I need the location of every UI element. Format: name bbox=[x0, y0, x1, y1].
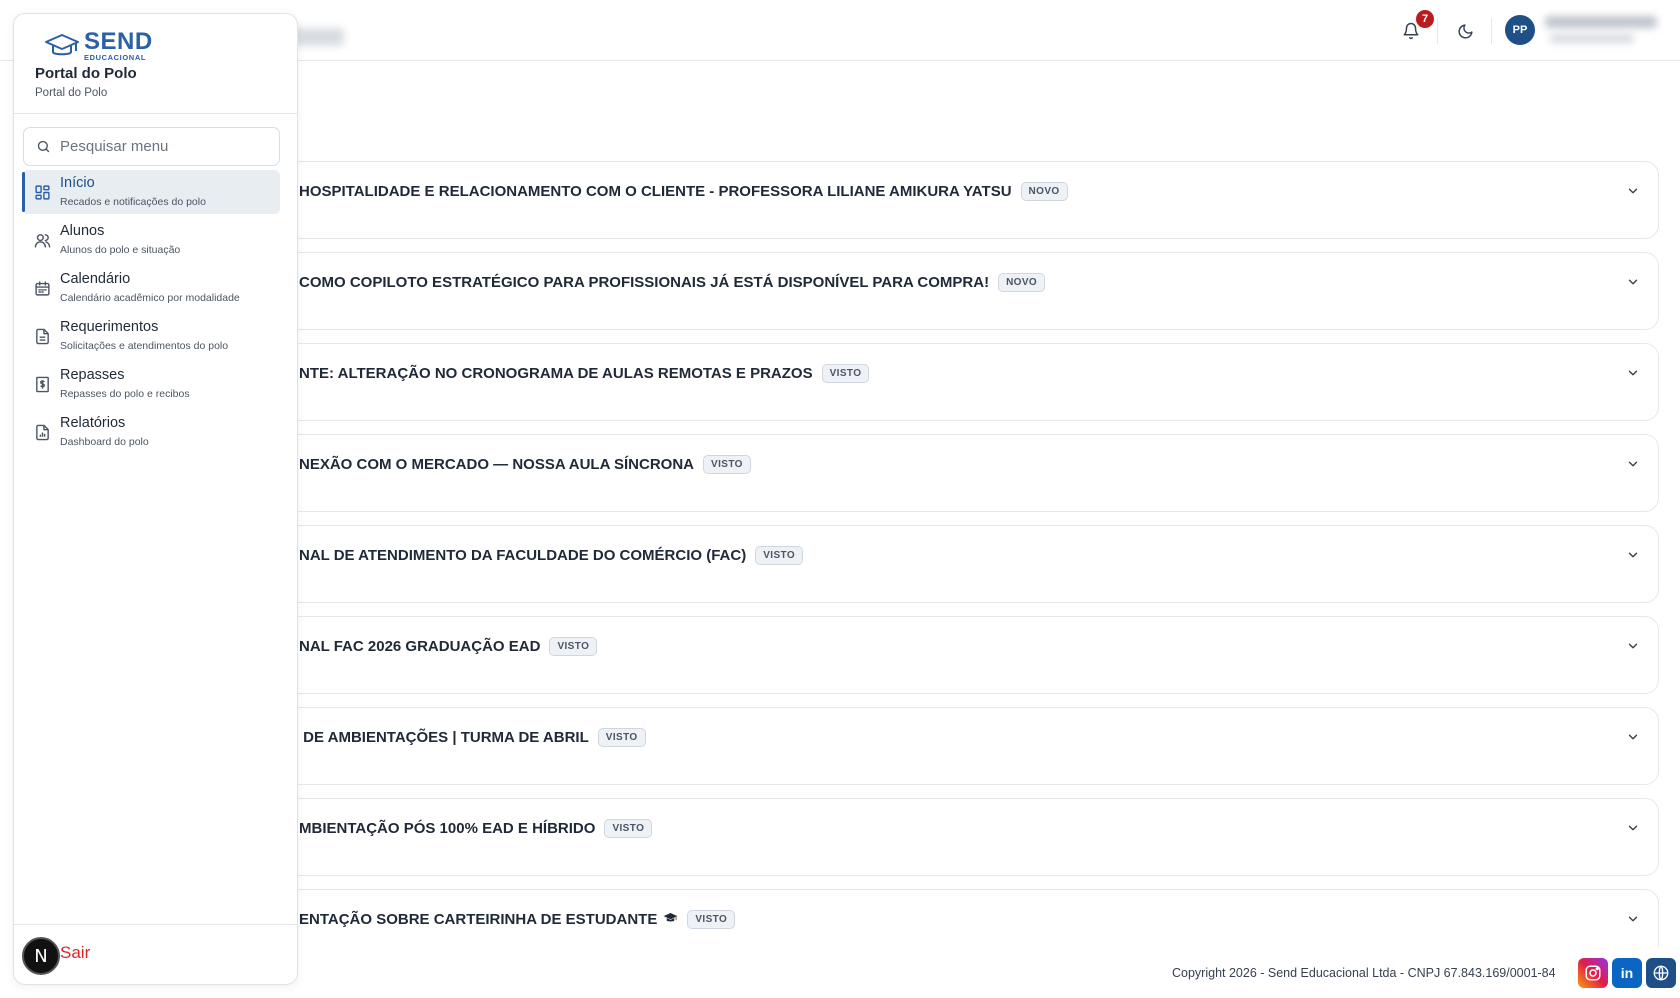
send-logo[interactable]: SEND EDUCACIONAL bbox=[44, 30, 153, 62]
copyright-text: Copyright 2026 - Send Educacional Ltda -… bbox=[1172, 966, 1556, 980]
announcement-title: NAL FAC 2026 GRADUAÇÃO EAD bbox=[299, 638, 541, 655]
calendar-icon bbox=[32, 278, 52, 298]
status-badge: VISTO bbox=[604, 819, 653, 838]
sidebar-item-label: Alunos bbox=[60, 223, 105, 239]
announcement-title: NTE: ALTERAÇÃO NO CRONOGRAMA DE AULAS RE… bbox=[299, 365, 813, 382]
portal-title: Portal do Polo bbox=[35, 65, 137, 82]
sidebar-item-label: Requerimentos bbox=[60, 319, 159, 335]
portal-subtitle: Portal do Polo bbox=[35, 87, 108, 99]
sidebar-item-calendario[interactable]: Calendário Calendário acadêmico por moda… bbox=[22, 266, 280, 310]
chevron-down-icon[interactable] bbox=[1622, 180, 1644, 202]
chevron-down-icon[interactable] bbox=[1622, 908, 1644, 930]
moon-icon bbox=[1458, 23, 1473, 38]
sidebar-item-label: Calendário bbox=[60, 271, 131, 287]
menu-search-input[interactable]: Pesquisar menu bbox=[23, 127, 280, 166]
status-badge: NOVO bbox=[998, 273, 1046, 292]
sidebar-item-description: Recados e notificações do polo bbox=[60, 196, 206, 208]
status-badge: VISTO bbox=[549, 637, 598, 656]
chevron-down-icon[interactable] bbox=[1622, 271, 1644, 293]
chevron-down-icon[interactable] bbox=[1622, 362, 1644, 384]
status-badge: VISTO bbox=[821, 364, 870, 383]
page-title-blurred bbox=[292, 28, 344, 46]
user-role-blurred bbox=[1550, 34, 1634, 43]
status-badge: VISTO bbox=[687, 910, 736, 929]
announcement-title: DE AMBIENTAÇÕES | TURMA DE ABRIL bbox=[299, 729, 589, 746]
announcement-title: NAL DE ATENDIMENTO DA FACULDADE DO COMÉR… bbox=[299, 547, 747, 564]
chevron-down-icon[interactable] bbox=[1622, 544, 1644, 566]
status-badge: NOVO bbox=[1020, 182, 1068, 201]
announcement-card[interactable]: DE AMBIENTAÇÕES | TURMA DE ABRIL VISTO bbox=[285, 707, 1659, 785]
linkedin-icon: in bbox=[1620, 965, 1634, 981]
dashboard-icon bbox=[32, 182, 52, 202]
sidebar-item-relatorios[interactable]: Relatórios Dashboard do polo bbox=[22, 410, 280, 454]
sidebar-item-repasses[interactable]: Repasses Repasses do polo e recibos bbox=[22, 362, 280, 406]
logo-subtitle: EDUCACIONAL bbox=[84, 53, 147, 62]
logout-button[interactable]: Sair bbox=[60, 943, 90, 963]
chevron-down-icon[interactable] bbox=[1622, 817, 1644, 839]
sidebar-menu: Início Recados e notificações do polo Al… bbox=[22, 170, 280, 458]
graduation-cap-icon bbox=[663, 912, 678, 927]
theme-toggle-button[interactable] bbox=[1450, 16, 1480, 46]
receipt-icon bbox=[32, 374, 52, 394]
sidebar-item-requerimentos[interactable]: Requerimentos Solicitações e atendimento… bbox=[22, 314, 280, 358]
announcement-title: COMO COPILOTO ESTRATÉGICO PARA PROFISSIO… bbox=[299, 274, 990, 291]
sidebar-item-inicio[interactable]: Início Recados e notificações do polo bbox=[22, 170, 280, 214]
sidebar-item-description: Repasses do polo e recibos bbox=[60, 388, 190, 400]
sidebar-footer: Sair N bbox=[14, 924, 297, 984]
search-placeholder: Pesquisar menu bbox=[60, 138, 169, 155]
announcement-card[interactable]: NEXÃO COM O MERCADO — NOSSA AULA SÍNCRON… bbox=[285, 434, 1659, 512]
announcement-card[interactable]: NAL FAC 2026 GRADUAÇÃO EAD VISTO bbox=[285, 616, 1659, 694]
sidebar-item-label: Início bbox=[60, 175, 95, 191]
user-name-blurred bbox=[1545, 16, 1657, 28]
sidebar: SEND EDUCACIONAL Portal do Polo Portal d… bbox=[13, 13, 298, 985]
sidebar-item-description: Alunos do polo e situação bbox=[60, 244, 181, 256]
website-link[interactable] bbox=[1646, 958, 1676, 988]
announcement-title: HOSPITALIDADE E RELACIONAMENTO COM O CLI… bbox=[299, 183, 1012, 200]
instagram-icon bbox=[1585, 965, 1601, 981]
announcement-title: NEXÃO COM O MERCADO — NOSSA AULA SÍNCRON… bbox=[299, 456, 695, 473]
announcement-title: MBIENTAÇÃO PÓS 100% EAD E HÍBRIDO bbox=[299, 820, 596, 837]
header-divider bbox=[1491, 18, 1492, 44]
announcement-card[interactable]: HOSPITALIDADE E RELACIONAMENTO COM O CLI… bbox=[285, 161, 1659, 239]
chevron-down-icon[interactable] bbox=[1622, 635, 1644, 657]
announcement-card[interactable]: NAL DE ATENDIMENTO DA FACULDADE DO COMÉR… bbox=[285, 525, 1659, 603]
sidebar-item-alunos[interactable]: Alunos Alunos do polo e situação bbox=[22, 218, 280, 262]
status-badge: VISTO bbox=[597, 728, 646, 747]
status-badge: VISTO bbox=[755, 546, 804, 565]
sidebar-item-label: Repasses bbox=[60, 367, 125, 383]
notifications-button[interactable]: 7 bbox=[1396, 10, 1434, 46]
notification-count-badge: 7 bbox=[1416, 10, 1434, 28]
sidebar-item-label: Relatórios bbox=[60, 415, 126, 431]
announcement-card[interactable]: MBIENTAÇÃO PÓS 100% EAD E HÍBRIDO VISTO bbox=[285, 798, 1659, 876]
graduation-cap-logo-icon bbox=[45, 33, 79, 55]
linkedin-link[interactable]: in bbox=[1612, 958, 1642, 988]
users-icon bbox=[32, 230, 52, 250]
status-badge: VISTO bbox=[703, 455, 751, 474]
sidebar-item-description: Solicitações e atendimentos do polo bbox=[60, 340, 229, 352]
sidebar-item-description: Calendário acadêmico por modalidade bbox=[60, 292, 240, 304]
sidebar-item-description: Dashboard do polo bbox=[60, 436, 149, 448]
chevron-down-icon[interactable] bbox=[1622, 453, 1644, 475]
sidebar-brand: SEND EDUCACIONAL Portal do Polo Portal d… bbox=[14, 14, 297, 114]
search-icon bbox=[37, 140, 50, 153]
report-icon bbox=[32, 422, 52, 442]
document-icon bbox=[32, 326, 52, 346]
globe-icon bbox=[1653, 965, 1669, 981]
announcement-card[interactable]: NTE: ALTERAÇÃO NO CRONOGRAMA DE AULAS RE… bbox=[285, 343, 1659, 421]
header-divider bbox=[1437, 18, 1438, 44]
announcement-card[interactable]: ENTAÇÃO SOBRE CARTEIRINHA DE ESTUDANTE V… bbox=[285, 889, 1659, 947]
instagram-link[interactable] bbox=[1578, 958, 1608, 988]
announcement-title: ENTAÇÃO SOBRE CARTEIRINHA DE ESTUDANTE bbox=[299, 911, 658, 928]
dev-tools-badge[interactable]: N bbox=[22, 937, 60, 975]
user-avatar[interactable]: PP bbox=[1505, 15, 1535, 45]
announcement-card[interactable]: COMO COPILOTO ESTRATÉGICO PARA PROFISSIO… bbox=[285, 252, 1659, 330]
logo-wordmark: SEND bbox=[84, 28, 153, 55]
chevron-down-icon[interactable] bbox=[1622, 726, 1644, 748]
